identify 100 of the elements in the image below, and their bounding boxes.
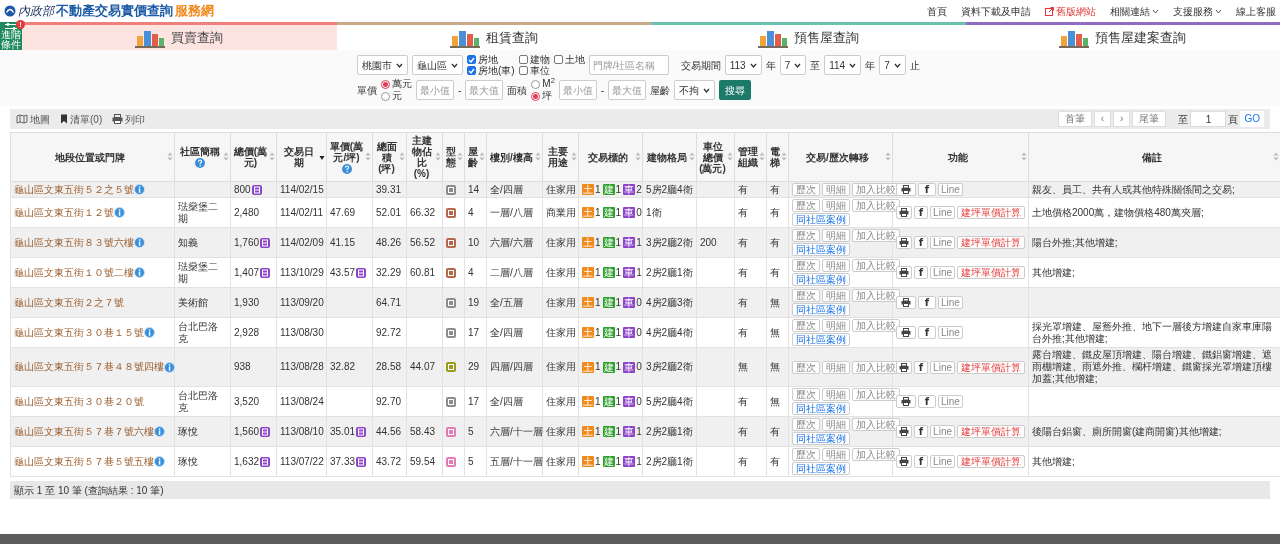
action-button[interactable]: 明細 <box>822 319 850 332</box>
input-field[interactable]: 最大值 <box>608 80 647 100</box>
facebook-button[interactable]: f <box>918 183 936 196</box>
toolbar-button[interactable]: 列印 <box>112 111 146 127</box>
action-button[interactable]: 歷次 <box>792 183 820 196</box>
print-button[interactable] <box>896 266 912 279</box>
line-button[interactable]: Line <box>930 455 955 468</box>
print-button[interactable] <box>896 455 912 468</box>
action-button[interactable]: 加入比較 <box>852 259 900 272</box>
facebook-button[interactable]: f <box>913 455 929 468</box>
action-button[interactable]: 同社區案例 <box>792 432 850 445</box>
radio-button[interactable] <box>531 91 541 101</box>
nav-link[interactable]: 線上客服 <box>1236 3 1276 19</box>
action-button[interactable]: 明細 <box>822 183 850 196</box>
input-field[interactable]: 最大值 <box>465 80 504 100</box>
print-button[interactable] <box>896 183 916 196</box>
action-button[interactable]: 歷次 <box>792 229 820 242</box>
print-button[interactable] <box>896 236 912 249</box>
checkbox[interactable] <box>467 55 476 64</box>
column-header[interactable]: 總價(萬元) <box>230 132 277 182</box>
radio-button[interactable] <box>381 79 390 89</box>
action-button[interactable]: 歷次 <box>792 259 820 272</box>
dropdown[interactable]: 114 <box>824 55 862 75</box>
column-header[interactable]: 總面積(坪) <box>372 132 407 182</box>
print-button[interactable] <box>896 425 912 438</box>
dropdown[interactable]: 113 <box>724 55 762 75</box>
dropdown[interactable]: 桃園市 <box>357 55 408 75</box>
column-header[interactable]: 社區簡稱 <box>174 132 231 182</box>
pager-button[interactable]: 首筆 <box>1057 111 1092 127</box>
toolbar-button[interactable]: 地圖 <box>16 111 50 127</box>
calculate-button[interactable]: 建坪單價計算 <box>957 455 1025 468</box>
facebook-button[interactable]: f <box>913 236 929 249</box>
action-button[interactable]: 歷次 <box>792 360 820 374</box>
toolbar-button[interactable]: 清單(0) <box>60 111 103 127</box>
calculate-button[interactable]: 建坪單價計算 <box>957 206 1025 219</box>
action-button[interactable]: 明細 <box>822 448 850 461</box>
line-button[interactable]: Line <box>938 296 963 309</box>
dropdown[interactable]: 7 <box>779 55 807 75</box>
tab[interactable]: 預售屋建案查詢 <box>965 22 1280 50</box>
action-button[interactable]: 加入比較 <box>852 319 900 332</box>
column-header[interactable]: 型態 <box>442 132 465 182</box>
line-button[interactable]: Line <box>938 183 963 196</box>
pager-button[interactable]: ‹ <box>1093 111 1112 127</box>
column-header[interactable]: 交易標的 <box>578 132 643 182</box>
calculate-button[interactable]: 建坪單價計算 <box>957 236 1025 249</box>
facebook-button[interactable]: f <box>918 326 936 339</box>
dropdown[interactable]: 龜山區 <box>412 55 463 75</box>
action-button[interactable]: 加入比較 <box>852 388 900 401</box>
action-button[interactable]: 歷次 <box>792 418 820 431</box>
column-header[interactable]: 備註 <box>1028 132 1280 182</box>
column-header[interactable]: 交易/歷次轉移 <box>788 132 893 182</box>
line-button[interactable]: Line <box>938 395 963 408</box>
input-field[interactable]: 最小值 <box>558 80 597 100</box>
pager-button[interactable]: 尾筆 <box>1132 111 1167 127</box>
action-button[interactable]: 同社區案例 <box>792 303 850 316</box>
action-button[interactable]: 明細 <box>822 289 850 302</box>
calculate-button[interactable]: 建坪單價計算 <box>957 425 1025 438</box>
line-button[interactable]: Line <box>930 236 955 249</box>
column-header[interactable]: 管理組織 <box>734 132 767 182</box>
column-header[interactable]: 功能 <box>892 132 1029 182</box>
nav-link[interactable]: 首頁 <box>927 3 947 19</box>
tab[interactable]: 租賃查詢 <box>336 22 651 50</box>
facebook-button[interactable]: f <box>913 425 929 438</box>
column-header[interactable]: 地段位置或門牌 <box>10 132 175 182</box>
nav-link[interactable]: 舊版網站 <box>1045 3 1096 19</box>
column-header[interactable]: 交易日期 <box>276 132 327 182</box>
input-field[interactable]: 門牌/社區名稱 <box>588 55 669 75</box>
facebook-button[interactable]: f <box>913 360 929 374</box>
print-button[interactable] <box>896 360 912 374</box>
calculate-button[interactable]: 建坪單價計算 <box>957 360 1025 374</box>
checkbox[interactable] <box>518 66 528 75</box>
facebook-button[interactable]: f <box>918 296 936 309</box>
action-button[interactable]: 加入比較 <box>852 289 900 302</box>
action-button[interactable]: 同社區案例 <box>792 243 850 256</box>
nav-link[interactable]: 資料下載及申請 <box>961 3 1031 19</box>
action-button[interactable]: 同社區案例 <box>792 333 850 346</box>
checkbox[interactable] <box>467 66 476 75</box>
action-button[interactable]: 加入比較 <box>852 199 900 212</box>
column-header[interactable]: 主要用途 <box>542 132 579 182</box>
radio-button[interactable] <box>381 91 390 101</box>
checkbox[interactable] <box>518 55 528 64</box>
action-button[interactable]: 明細 <box>822 229 850 242</box>
column-header[interactable]: 建物格局 <box>642 132 697 182</box>
nav-link[interactable]: 相關連結 <box>1110 3 1159 19</box>
action-button[interactable]: 歷次 <box>792 388 820 401</box>
action-button[interactable]: 歷次 <box>792 289 820 302</box>
calculate-button[interactable]: 建坪單價計算 <box>957 266 1025 279</box>
facebook-button[interactable]: f <box>913 206 929 219</box>
input-field[interactable]: 最小值 <box>416 80 454 100</box>
radio-button[interactable] <box>531 79 541 89</box>
column-header[interactable]: 樓別/樓高 <box>486 132 543 182</box>
go-button[interactable]: GO <box>1240 111 1264 127</box>
dropdown[interactable]: 不拘 <box>674 80 716 100</box>
facebook-button[interactable]: f <box>918 395 936 408</box>
action-button[interactable]: 明細 <box>822 199 850 212</box>
action-button[interactable]: 加入比較 <box>852 418 900 431</box>
column-header[interactable]: 電梯 <box>766 132 789 182</box>
action-button[interactable]: 加入比較 <box>852 229 900 242</box>
checkbox[interactable] <box>553 55 563 64</box>
action-button[interactable]: 同社區案例 <box>792 273 850 286</box>
